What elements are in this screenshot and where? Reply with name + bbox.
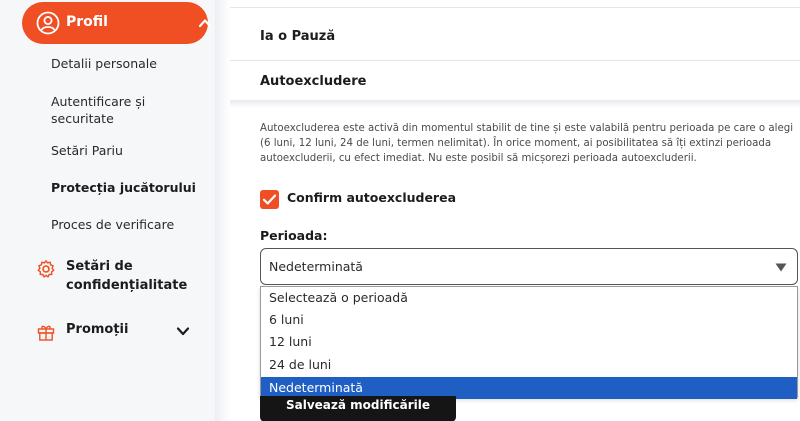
user-icon bbox=[36, 11, 60, 35]
main-left-shadow bbox=[215, 0, 230, 421]
chevron-up-icon bbox=[198, 19, 212, 28]
chevron-down-icon bbox=[176, 327, 190, 336]
top-divider bbox=[230, 0, 800, 8]
period-option[interactable]: 6 luni bbox=[261, 309, 797, 331]
confirm-self-exclusion-checkbox[interactable] bbox=[260, 190, 279, 209]
sidebar-item-bet-settings[interactable]: Setări Pariu bbox=[51, 142, 201, 159]
row-take-break[interactable]: Ia o Pauză bbox=[260, 29, 335, 44]
period-option[interactable]: 12 luni bbox=[261, 331, 797, 353]
period-select-value: Nedeterminată bbox=[269, 259, 363, 274]
sidebar-item-auth-security[interactable]: Autentificare și securitate bbox=[51, 93, 201, 127]
caret-down-icon bbox=[775, 263, 787, 272]
check-icon bbox=[262, 194, 277, 205]
row-self-exclusion[interactable]: Autoexcludere bbox=[260, 74, 366, 89]
sidebar-item-player-protection[interactable]: Protecția jucătorului bbox=[51, 179, 201, 196]
sidebar-item-profile-label: Profil bbox=[66, 14, 108, 30]
sidebar: Profil Detalii personale Autentificare ș… bbox=[0, 0, 215, 421]
sidebar-item-promotions-label: Promoții bbox=[66, 322, 129, 337]
sidebar-panel: Profil Detalii personale Autentificare ș… bbox=[0, 0, 215, 421]
main-content: Ia o Pauză Autoexcludere Autoexcluderea … bbox=[230, 0, 800, 421]
sidebar-item-profile[interactable]: Profil bbox=[22, 2, 212, 44]
row-divider bbox=[230, 60, 800, 61]
period-option[interactable]: Selectează o perioadă bbox=[261, 287, 797, 309]
sidebar-item-personal-details[interactable]: Detalii personale bbox=[51, 55, 201, 72]
self-exclusion-description: Autoexcluderea este activă din momentul … bbox=[260, 123, 794, 164]
confirm-self-exclusion-label[interactable]: Confirm autoexcluderea bbox=[287, 190, 456, 205]
save-changes-button[interactable]: Salvează modificările bbox=[260, 396, 456, 421]
period-option[interactable]: 24 de luni bbox=[261, 354, 797, 376]
sidebar-item-verification[interactable]: Proces de verificare bbox=[51, 216, 201, 233]
gear-icon bbox=[37, 260, 55, 278]
period-select[interactable]: Nedeterminată bbox=[260, 248, 798, 285]
row-divider-shadow bbox=[230, 100, 800, 108]
gift-icon bbox=[37, 325, 55, 341]
sidebar-item-privacy-settings[interactable]: Setări de confidențialitate bbox=[36, 257, 206, 297]
sidebar-item-promotions[interactable]: Promoții bbox=[36, 320, 206, 342]
period-dropdown: Selectează o perioadă 6 luni 12 luni 24 … bbox=[260, 286, 798, 399]
sidebar-item-privacy-label: Setări de confidențialitate bbox=[66, 259, 188, 293]
period-label: Perioada: bbox=[260, 228, 328, 243]
